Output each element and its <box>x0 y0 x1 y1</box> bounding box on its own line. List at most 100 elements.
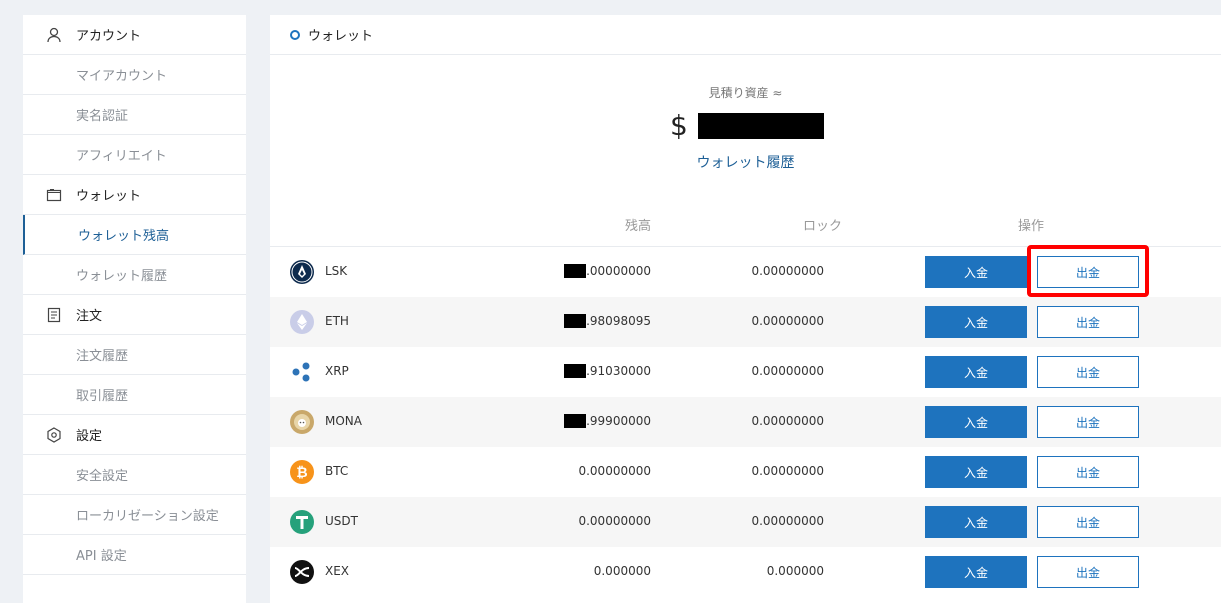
svg-text:₿: ₿ <box>296 465 307 481</box>
lock-value: 0.00000000 <box>751 514 824 528</box>
column-header-balance: 残高 <box>625 219 652 234</box>
sidebar-section-wallet[interactable]: ウォレット <box>23 175 246 215</box>
sidebar-item-trade-history[interactable]: 取引履歴 <box>23 375 246 415</box>
withdraw-button[interactable]: 出金 <box>1037 256 1139 288</box>
hexagon-settings-icon <box>46 426 62 443</box>
deposit-button[interactable]: 入金 <box>925 406 1027 438</box>
sidebar-item-label: 安全設定 <box>76 469 129 484</box>
coin-name: LSK <box>325 264 348 278</box>
eth-icon <box>290 310 314 334</box>
table-row: XRP .91030000 0.00000000 入金 出金 <box>270 347 1221 397</box>
sidebar-item-label: ウォレット <box>76 189 142 204</box>
balance-text: .99900000 <box>586 414 651 428</box>
lock-value: 0.00000000 <box>751 364 824 378</box>
withdraw-button[interactable]: 出金 <box>1037 456 1139 488</box>
sidebar-item-identity-verification[interactable]: 実名認証 <box>23 95 246 135</box>
balance-value: .00000000 <box>564 264 651 278</box>
coin-name: USDT <box>325 514 358 528</box>
user-icon <box>46 27 62 43</box>
coin-name: ETH <box>325 314 349 328</box>
sidebar-item-label: 取引履歴 <box>76 389 129 404</box>
sidebar-section-settings[interactable]: 設定 <box>23 415 246 455</box>
balance-text: .98098095 <box>586 314 651 328</box>
coin-name: XRP <box>325 364 349 378</box>
estimated-assets-label: 見積り資産 ≈ <box>708 86 783 100</box>
sidebar-section-account[interactable]: アカウント <box>23 15 246 55</box>
sidebar-item-label: ウォレット履歴 <box>76 269 168 284</box>
withdraw-button[interactable]: 出金 <box>1037 556 1139 588</box>
sidebar-item-label: 設定 <box>76 429 103 444</box>
redaction <box>564 414 587 428</box>
balance-value: 0.000000 <box>593 564 651 578</box>
sidebar-item-label: ウォレット残高 <box>78 229 170 244</box>
sidebar-item-label: API 設定 <box>76 549 127 564</box>
redaction <box>564 264 587 278</box>
table-row: USDT 0.00000000 0.00000000 入金 出金 <box>270 497 1221 547</box>
redaction <box>564 364 587 378</box>
estimated-assets-amount: $ <box>670 109 824 143</box>
sidebar-item-label: ローカリゼーション設定 <box>76 509 219 524</box>
deposit-button[interactable]: 入金 <box>925 556 1027 588</box>
sidebar-item-my-account[interactable]: マイアカウント <box>23 55 246 95</box>
table-row: MONA .99900000 0.00000000 入金 出金 <box>270 397 1221 447</box>
balance-value: .98098095 <box>564 314 651 328</box>
sidebar-item-order-history[interactable]: 注文履歴 <box>23 335 246 375</box>
deposit-button[interactable]: 入金 <box>925 456 1027 488</box>
sidebar-item-label: 注文 <box>76 309 103 324</box>
balance-value: 0.00000000 <box>578 514 651 528</box>
wallet-history-link[interactable]: ウォレット履歴 <box>270 152 1221 172</box>
balance-text: .00000000 <box>586 264 651 278</box>
table-row: LSK .00000000 0.00000000 入金 出金 <box>270 247 1221 297</box>
deposit-button[interactable]: 入金 <box>925 306 1027 338</box>
balance-value: .91030000 <box>564 364 651 378</box>
panel-header: ウォレット <box>270 15 1221 55</box>
withdraw-button[interactable]: 出金 <box>1037 506 1139 538</box>
coin-name: XEX <box>325 564 350 578</box>
coin-name: BTC <box>325 464 349 478</box>
currency-symbol: $ <box>670 109 688 142</box>
sidebar-section-orders[interactable]: 注文 <box>23 295 246 335</box>
sidebar-item-wallet-balance[interactable]: ウォレット残高 <box>23 215 246 255</box>
redacted-amount <box>697 113 824 139</box>
lock-value: 0.00000000 <box>751 264 824 278</box>
btc-icon: ₿ <box>290 460 314 484</box>
page-title: ウォレット <box>308 29 374 44</box>
wallet-panel: ウォレット 見積り資産 ≈ $ ウォレット履歴 残高 ロック 操作 LSK .0… <box>270 15 1221 603</box>
coin-name: MONA <box>325 414 362 428</box>
xex-icon <box>290 560 314 584</box>
sidebar-item-localization-settings[interactable]: ローカリゼーション設定 <box>23 495 246 535</box>
sidebar-item-security-settings[interactable]: 安全設定 <box>23 455 246 495</box>
sidebar-item-label: アカウント <box>76 29 142 44</box>
balance-value: 0.00000000 <box>578 464 651 478</box>
bullet-ring-icon <box>290 29 300 40</box>
xrp-icon <box>290 360 314 384</box>
sidebar-item-label: アフィリエイト <box>76 149 167 164</box>
column-header-action: 操作 <box>1018 219 1045 234</box>
deposit-button[interactable]: 入金 <box>925 506 1027 538</box>
sidebar-item-label: 実名認証 <box>76 109 129 124</box>
balance-value: .99900000 <box>564 414 651 428</box>
mona-icon <box>290 410 314 434</box>
table-row: ₿ BTC 0.00000000 0.00000000 入金 出金 <box>270 447 1221 497</box>
lock-value: 0.00000000 <box>751 464 824 478</box>
column-header-lock: ロック <box>803 219 843 234</box>
withdraw-button[interactable]: 出金 <box>1037 406 1139 438</box>
sidebar-item-api-settings[interactable]: API 設定 <box>23 535 246 575</box>
redaction <box>564 314 587 328</box>
sidebar-item-affiliate[interactable]: アフィリエイト <box>23 135 246 175</box>
deposit-button[interactable]: 入金 <box>925 356 1027 388</box>
sidebar-item-wallet-history[interactable]: ウォレット履歴 <box>23 255 246 295</box>
lock-value: 0.00000000 <box>751 414 824 428</box>
table-row: XEX 0.000000 0.000000 入金 出金 <box>270 547 1221 597</box>
usdt-icon <box>290 510 314 534</box>
table-row: ETH .98098095 0.00000000 入金 出金 <box>270 297 1221 347</box>
lock-value: 0.00000000 <box>751 314 824 328</box>
lsk-icon <box>290 260 314 284</box>
balance-text: .91030000 <box>586 364 651 378</box>
withdraw-button[interactable]: 出金 <box>1037 306 1139 338</box>
document-icon <box>46 307 62 323</box>
withdraw-button[interactable]: 出金 <box>1037 356 1139 388</box>
deposit-button[interactable]: 入金 <box>925 256 1027 288</box>
sidebar-item-label: マイアカウント <box>76 69 168 84</box>
wallet-icon <box>46 187 62 203</box>
